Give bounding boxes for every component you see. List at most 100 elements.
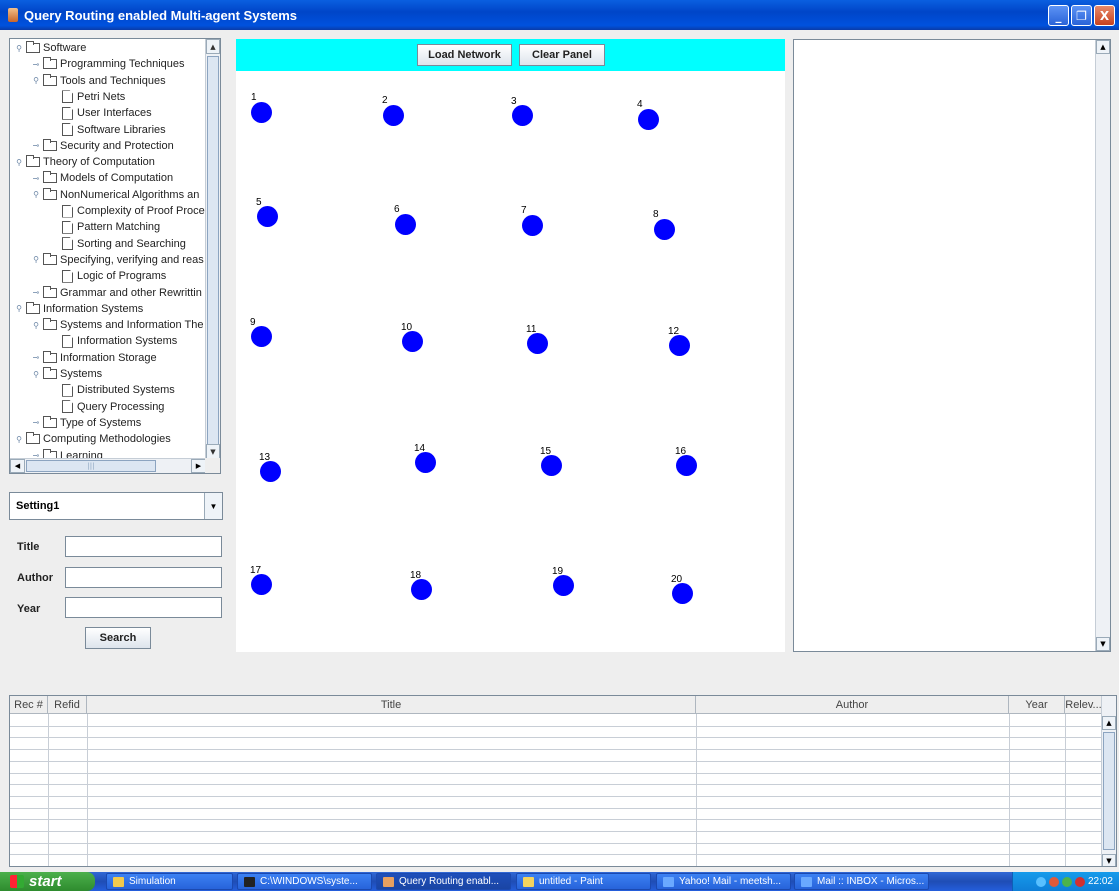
tree-collapsed-handle-icon[interactable]: ⊸ [31, 418, 41, 427]
tree-expanded-handle-icon[interactable]: ⚲ [14, 44, 24, 53]
network-panel[interactable]: Load Network Clear Panel 1 2 3 4 5 6 7 8 9 10 11 12… [236, 39, 785, 652]
agent-node[interactable] [260, 461, 281, 482]
output-vertical-scrollbar[interactable]: ▲ ▼ [1095, 40, 1110, 651]
scroll-right-icon[interactable]: ▶ [191, 459, 206, 473]
tree-item[interactable]: ⊸ Programming Techniques [31, 56, 185, 72]
agent-node[interactable] [522, 215, 543, 236]
security-icon[interactable] [1048, 876, 1059, 887]
tree-expanded-handle-icon[interactable]: ⚲ [14, 435, 24, 444]
tree-item[interactable]: Distributed Systems [48, 382, 175, 398]
author-input[interactable] [65, 567, 222, 588]
tree-collapsed-handle-icon[interactable]: ⊸ [31, 60, 41, 69]
agent-node[interactable] [541, 455, 562, 476]
tree-item[interactable]: ⚲ Computing Methodologies [14, 431, 171, 447]
tree-collapsed-handle-icon[interactable]: ⊸ [31, 174, 41, 183]
tree-horizontal-scrollbar[interactable]: ◀ ||| ▶ [10, 458, 206, 473]
scroll-up-icon[interactable]: ▲ [1102, 716, 1116, 730]
chevron-down-icon[interactable]: ▼ [204, 493, 222, 519]
taskbar-task-button[interactable]: C:\WINDOWS\syste... [237, 873, 372, 890]
tree-item[interactable]: Software Libraries [48, 122, 166, 138]
tree-vertical-scrollbar[interactable]: ▲ ▼ [205, 39, 220, 459]
tree-expanded-handle-icon[interactable]: ⚲ [31, 190, 41, 199]
output-text-panel[interactable]: ▲ ▼ [793, 39, 1111, 652]
column-header[interactable]: Relev... [1065, 696, 1103, 714]
agent-node[interactable] [415, 452, 436, 473]
tree-item[interactable]: ⚲ Specifying, verifying and reas [31, 252, 204, 268]
agent-node[interactable] [654, 219, 675, 240]
tree-item[interactable]: Query Processing [48, 399, 164, 415]
messenger-icon[interactable] [1061, 876, 1072, 887]
settings-dropdown[interactable]: Setting1 ▼ [9, 492, 223, 520]
agent-node[interactable] [251, 326, 272, 347]
scroll-up-icon[interactable]: ▲ [1096, 40, 1110, 54]
tree-item[interactable]: ⚲ Systems [31, 366, 102, 382]
tree-item[interactable]: ⊸ Information Storage [31, 350, 157, 366]
scroll-left-icon[interactable]: ◀ [10, 459, 25, 473]
column-header[interactable]: Rec # [10, 696, 48, 714]
tree-item[interactable]: Pattern Matching [48, 219, 160, 235]
tree-item[interactable]: ⚲ NonNumerical Algorithms an [31, 187, 199, 203]
agent-node[interactable] [676, 455, 697, 476]
agent-node[interactable] [402, 331, 423, 352]
scroll-thumb[interactable] [207, 56, 219, 448]
tree-item[interactable]: Information Systems [48, 333, 177, 349]
tree-item[interactable]: ⚲ Theory of Computation [14, 154, 155, 170]
agent-node[interactable] [395, 214, 416, 235]
column-header[interactable]: Title [87, 696, 696, 714]
agent-node[interactable] [251, 102, 272, 123]
tree-expanded-handle-icon[interactable]: ⚲ [31, 76, 41, 85]
table-vertical-scrollbar[interactable]: ▲ ▼ [1101, 696, 1116, 866]
maximize-button[interactable]: ❐ [1071, 5, 1092, 26]
network-icon[interactable] [1035, 876, 1046, 887]
search-button[interactable]: Search [85, 627, 151, 649]
tree-item[interactable]: Sorting and Searching [48, 236, 186, 252]
taskbar-task-button[interactable]: Query Routing enabl... [376, 873, 511, 890]
tree-item[interactable]: ⊸ Grammar and other Rewrittin [31, 285, 202, 301]
agent-node[interactable] [672, 583, 693, 604]
tree-expanded-handle-icon[interactable]: ⚲ [31, 255, 41, 264]
tree-expanded-handle-icon[interactable]: ⚲ [31, 370, 41, 379]
agent-node[interactable] [512, 105, 533, 126]
scroll-thumb[interactable]: ||| [26, 460, 156, 472]
scroll-down-icon[interactable]: ▼ [1102, 854, 1116, 866]
year-input[interactable] [65, 597, 222, 618]
tree-item[interactable]: ⚲ Software [14, 40, 86, 56]
window-titlebar[interactable]: Query Routing enabled Multi-agent System… [0, 0, 1119, 30]
agent-node[interactable] [251, 574, 272, 595]
taskbar-task-button[interactable]: untitled - Paint [516, 873, 651, 890]
load-network-button[interactable]: Load Network [417, 44, 512, 66]
column-header[interactable]: Year [1009, 696, 1065, 714]
scroll-up-icon[interactable]: ▲ [206, 39, 220, 54]
agent-node[interactable] [383, 105, 404, 126]
close-button[interactable]: X [1094, 5, 1115, 26]
taskbar-task-button[interactable]: Simulation [106, 873, 233, 890]
tree-item[interactable]: ⚲ Information Systems [14, 301, 143, 317]
agent-node[interactable] [257, 206, 278, 227]
results-table[interactable]: Rec # Refid Title Author Year Relev... ▲ ▼ [9, 695, 1117, 867]
scroll-down-icon[interactable]: ▼ [1096, 637, 1110, 651]
tree-expanded-handle-icon[interactable]: ⚲ [14, 158, 24, 167]
scroll-down-icon[interactable]: ▼ [206, 444, 220, 459]
tree-expanded-handle-icon[interactable]: ⚲ [31, 321, 41, 330]
agent-node[interactable] [527, 333, 548, 354]
antivirus-icon[interactable] [1074, 876, 1085, 887]
column-header[interactable]: Author [696, 696, 1009, 714]
title-input[interactable] [65, 536, 222, 557]
tree-collapsed-handle-icon[interactable]: ⊸ [31, 288, 41, 297]
tree-item[interactable]: ⊸ Type of Systems [31, 415, 141, 431]
minimize-button[interactable]: _ [1048, 5, 1069, 26]
tree-item[interactable]: ⚲ Systems and Information The [31, 317, 203, 333]
start-button[interactable]: start [0, 872, 95, 891]
taskbar-task-button[interactable]: Yahoo! Mail - meetsh... [656, 873, 791, 890]
tree-item[interactable]: Petri Nets [48, 89, 125, 105]
agent-node[interactable] [638, 109, 659, 130]
tree-item[interactable]: ⊸ Models of Computation [31, 170, 173, 186]
agent-node[interactable] [669, 335, 690, 356]
scroll-thumb[interactable] [1103, 732, 1115, 850]
tree-collapsed-handle-icon[interactable]: ⊸ [31, 353, 41, 362]
tree-expanded-handle-icon[interactable]: ⚲ [14, 304, 24, 313]
tree-item[interactable]: Complexity of Proof Proce [48, 203, 205, 219]
tree-item[interactable]: Logic of Programs [48, 268, 166, 284]
tree-item[interactable]: ⚲ Tools and Techniques [31, 73, 166, 89]
column-header[interactable]: Refid [48, 696, 87, 714]
